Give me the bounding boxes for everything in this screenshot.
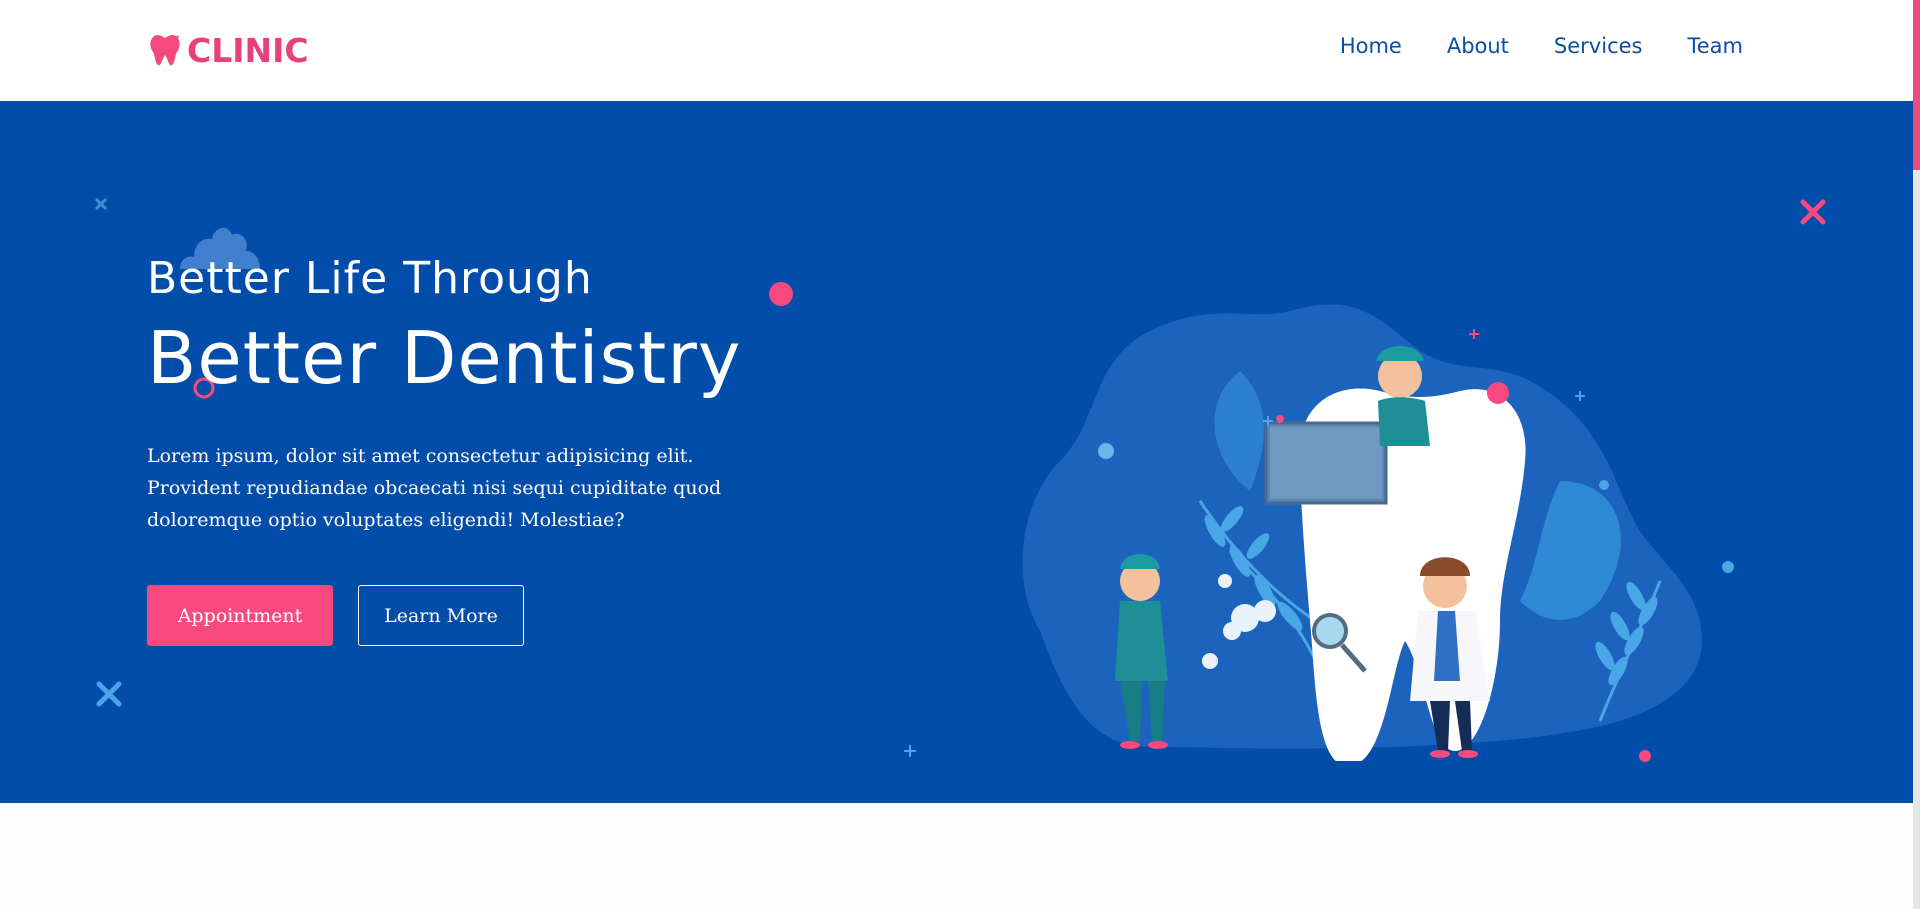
hero-subtitle: Better Life Through: [147, 253, 593, 304]
hero-section: Better Life Through Better Dentistry Lor…: [0, 101, 1913, 803]
cross-decoration-icon: [94, 197, 108, 211]
scrollbar-thumb[interactable]: [1913, 0, 1920, 170]
nav-team[interactable]: Team: [1687, 34, 1743, 58]
hero-description: Lorem ipsum, dolor sit amet consectetur …: [147, 445, 722, 531]
site-header: CLINIC Home About Services Team: [0, 0, 1913, 101]
nav-about[interactable]: About: [1447, 34, 1509, 58]
dentist-team-illustration-icon: [1022, 304, 1734, 761]
hero-title: Better Dentistry: [147, 316, 742, 400]
appointment-button[interactable]: Appointment: [147, 585, 333, 646]
next-section: [0, 803, 1913, 909]
pink-dot-decoration: [769, 282, 793, 306]
brand-name: CLINIC: [187, 30, 309, 70]
nav-services[interactable]: Services: [1554, 34, 1643, 58]
learn-more-button[interactable]: Learn More: [358, 585, 524, 646]
plus-decoration-icon: [904, 745, 916, 757]
cross-decoration-icon: [96, 681, 122, 707]
tooth-logo-icon: [150, 35, 180, 66]
page-scrollbar[interactable]: [1913, 0, 1920, 909]
nav-home[interactable]: Home: [1340, 34, 1402, 58]
logo[interactable]: CLINIC: [147, 30, 309, 70]
cross-decoration-icon: [1800, 199, 1826, 225]
main-nav: Home About Services Team: [1340, 34, 1743, 58]
